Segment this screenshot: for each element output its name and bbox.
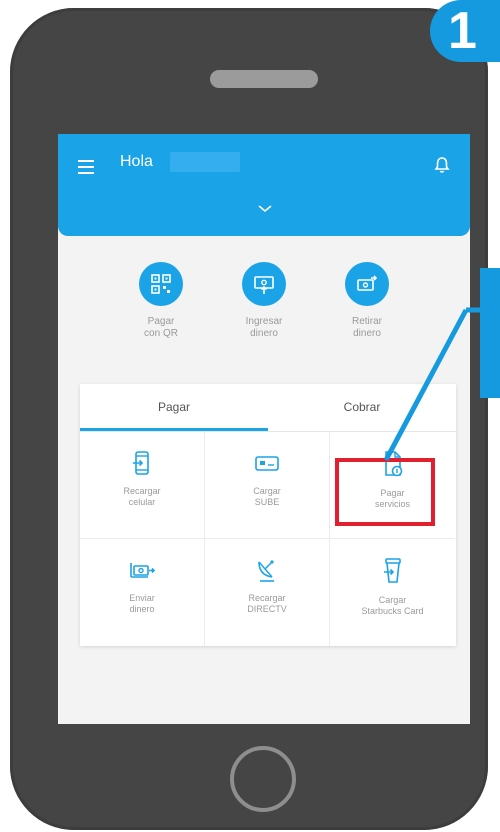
- grid-item-label: Recargar celular: [123, 486, 161, 507]
- grid-item-label: Enviar dinero: [129, 593, 155, 614]
- quick-action-label: Pagar con QR: [144, 316, 178, 339]
- grid-item-recargar-directv[interactable]: Recargar DIRECTV: [205, 539, 330, 646]
- grid-item-label: Recargar DIRECTV: [247, 593, 287, 614]
- phone-speaker: [210, 70, 318, 88]
- send-money-icon: [130, 563, 156, 578]
- greeting-text: Hola: [120, 153, 153, 170]
- grid-item-enviar-dinero[interactable]: Enviar dinero: [80, 539, 205, 646]
- grid-item-cargar-sube[interactable]: Cargar SUBE: [205, 432, 330, 539]
- step-number-badge: 1: [430, 0, 500, 62]
- active-tab-indicator: [80, 428, 268, 431]
- grid-item-recargar-celular[interactable]: Recargar celular: [80, 432, 205, 539]
- notification-bell-icon[interactable]: [434, 156, 450, 174]
- phone-topup-icon: [133, 451, 149, 475]
- chevron-down-icon[interactable]: [257, 204, 273, 214]
- satellite-dish-icon: [258, 560, 274, 582]
- quick-action-deposit[interactable]: Ingresar dinero: [209, 262, 319, 340]
- quick-action-pay-qr[interactable]: Pagar con QR: [106, 262, 216, 340]
- phone-frame: Hola Pagar con QR Ingresar dinero Retira…: [10, 8, 488, 830]
- qr-code-icon: [151, 274, 171, 294]
- home-button[interactable]: [230, 746, 296, 812]
- app-screen: Hola Pagar con QR Ingresar dinero Retira…: [58, 134, 470, 724]
- highlight-box: [335, 458, 435, 526]
- hamburger-menu-icon[interactable]: [78, 160, 94, 174]
- deposit-money-icon: [254, 276, 274, 294]
- callout-panel: [480, 268, 500, 398]
- withdraw-money-icon: [357, 275, 378, 291]
- grid-item-label: Cargar SUBE: [253, 486, 281, 507]
- quick-action-label: Retirar dinero: [351, 316, 382, 339]
- user-name-redacted: [170, 152, 240, 172]
- quick-action-label: Ingresar dinero: [245, 316, 283, 339]
- tab-cobrar[interactable]: Cobrar: [268, 384, 456, 430]
- sube-card-icon: [255, 456, 279, 471]
- app-header: Hola: [58, 134, 470, 236]
- quick-action-withdraw[interactable]: Retirar dinero: [312, 262, 422, 340]
- coffee-cup-icon: [383, 558, 401, 583]
- grid-item-label: Cargar Starbucks Card: [361, 595, 424, 616]
- grid-item-cargar-starbucks[interactable]: Cargar Starbucks Card: [330, 539, 455, 646]
- tab-pagar[interactable]: Pagar: [80, 384, 268, 430]
